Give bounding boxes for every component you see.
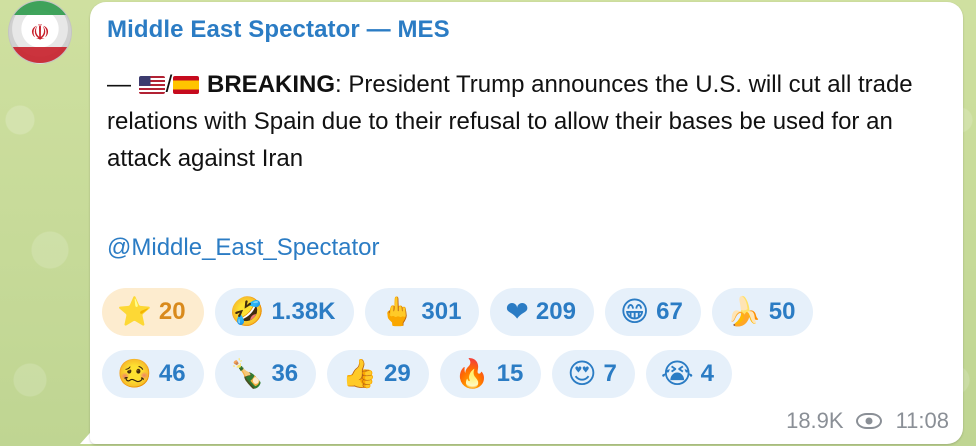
reaction-count: 15 [496,360,524,387]
rofl-reaction-icon: 🤣 [229,295,265,328]
grin-reaction-icon: 😁 [619,295,650,328]
thumbs-up-reaction-icon: 👍 [342,357,378,390]
avatar-flag-green-stripe [9,1,71,15]
spain-flag-icon [173,76,200,94]
us-flag-icon [138,76,165,94]
reaction-count: 4 [700,360,714,387]
slash: / [165,71,173,98]
channel-avatar[interactable]: ☫ [8,0,72,64]
reactions-row-1: ⭐ 20 🤣 1.38K 🖕 301 ❤ 209 😁 67 🍌 50 [102,288,952,336]
reaction-count: 50 [768,298,796,325]
heart-eyes-reaction-icon: 😍 [567,357,597,390]
avatar-flag-red-stripe [9,47,71,63]
reaction-count: 67 [656,298,683,325]
reaction-chip[interactable]: ❤ 209 [490,288,594,336]
channel-mention-link[interactable]: @Middle_East_Spectator [107,234,380,262]
dash: — [107,71,131,98]
reaction-count: 29 [384,360,411,387]
message-time: 11:08 [895,408,949,433]
reaction-count: 301 [421,298,462,325]
reaction-chip[interactable]: 😁 67 [604,288,701,336]
iran-emblem-icon: ☫ [30,20,50,45]
champagne-reaction-icon: 🍾 [229,357,265,390]
message-text: — / BREAKING: President Trump announces … [107,66,937,177]
reaction-count: 7 [603,360,617,387]
reaction-chip[interactable]: 🖕 301 [364,288,480,336]
reaction-chip[interactable]: 🍾 36 [214,350,317,398]
reaction-chip[interactable]: 🔥 15 [439,350,542,398]
reaction-count: 36 [271,360,299,387]
reaction-chip[interactable]: 🥴 46 [102,350,204,398]
message-meta: 18.9K 11:08 [786,408,949,434]
reactions-bar: ⭐ 20 🤣 1.38K 🖕 301 ❤ 209 😁 67 🍌 50 🥴 46 🍾 36 👍 29 🔥 15 😍 7 😭 4 [102,288,952,412]
reaction-chip[interactable]: 👍 29 [327,350,429,398]
star-reaction-icon: ⭐ [117,295,152,328]
reaction-chip[interactable]: 😍 7 [552,350,635,398]
reaction-chip[interactable]: 🤣 1.38K [214,288,354,336]
reaction-chip[interactable]: 😭 4 [645,350,732,398]
reaction-count: 209 [535,298,576,325]
reaction-chip[interactable]: 🍌 50 [711,288,814,336]
reaction-chip[interactable]: ⭐ 20 [102,288,204,336]
reaction-count: 46 [158,360,186,387]
crying-reaction-icon: 😭 [660,357,694,390]
eye-icon [855,413,882,429]
sender-name[interactable]: Middle East Spectator — MES [107,16,450,44]
banana-reaction-icon: 🍌 [726,295,762,328]
colon: : [335,71,342,98]
view-count: 18.9K [786,408,844,433]
reaction-count: 1.38K [271,298,336,325]
breaking-label: BREAKING [207,71,336,98]
middle-finger-reaction-icon: 🖕 [379,295,415,328]
reactions-row-2: 🥴 46 🍾 36 👍 29 🔥 15 😍 7 😭 4 [102,350,952,398]
woozy-reaction-icon: 🥴 [117,357,152,390]
heart-reaction-icon: ❤ [505,295,529,328]
message-bubble[interactable]: Middle East Spectator — MES — / BREAKING… [90,2,963,444]
fire-reaction-icon: 🔥 [454,357,490,390]
reaction-count: 20 [158,298,186,325]
